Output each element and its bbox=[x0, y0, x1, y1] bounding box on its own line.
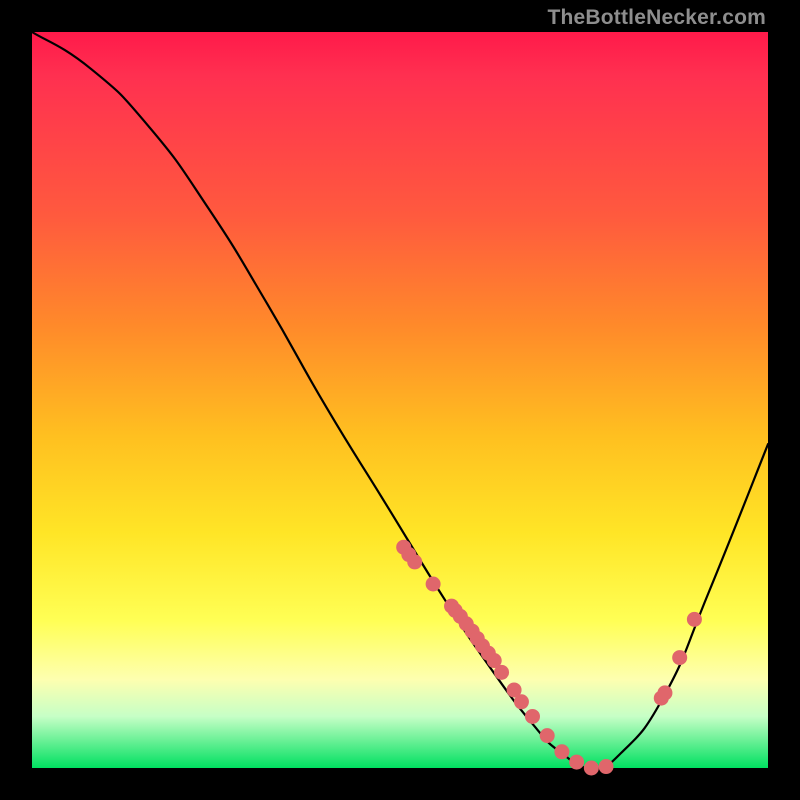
sample-point bbox=[657, 685, 672, 700]
sample-points-group bbox=[396, 540, 702, 776]
sample-point bbox=[672, 650, 687, 665]
chart-plot-area bbox=[32, 32, 768, 768]
chart-stage: TheBottleNecker.com bbox=[0, 0, 800, 800]
sample-point bbox=[540, 728, 555, 743]
chart-svg-layer bbox=[32, 32, 768, 768]
sample-point bbox=[494, 665, 509, 680]
sample-point bbox=[525, 709, 540, 724]
sample-point bbox=[599, 759, 614, 774]
sample-point bbox=[687, 612, 702, 627]
bottleneck-curve bbox=[32, 32, 768, 768]
sample-point bbox=[584, 761, 599, 776]
sample-point bbox=[569, 755, 584, 770]
sample-point bbox=[407, 554, 422, 569]
watermark-text: TheBottleNecker.com bbox=[547, 6, 766, 30]
sample-point bbox=[514, 694, 529, 709]
sample-point bbox=[554, 744, 569, 759]
sample-point bbox=[426, 577, 441, 592]
